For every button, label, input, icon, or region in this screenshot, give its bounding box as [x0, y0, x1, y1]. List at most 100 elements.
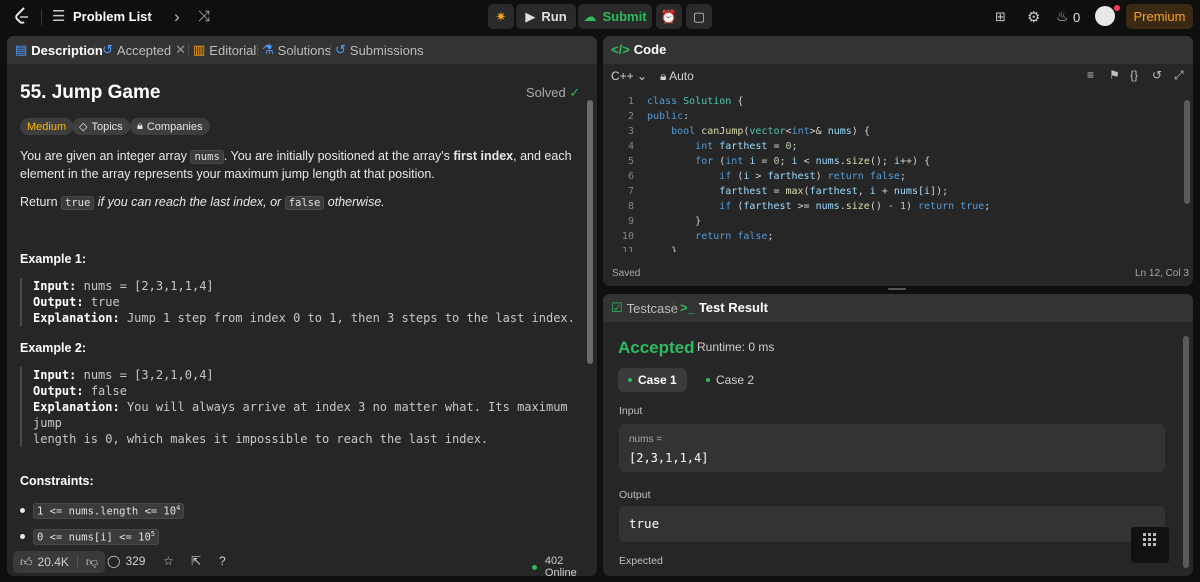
line-number: 8	[627, 201, 634, 212]
book-icon: ▥	[193, 42, 206, 57]
streak-count: 0	[1073, 10, 1081, 25]
problem-return-statement: Return true if you can reach the last in…	[20, 195, 385, 210]
input-value: [2,3,1,1,4]	[629, 451, 709, 465]
tab-code[interactable]: </> Code	[611, 42, 666, 57]
scrollbar[interactable]	[1184, 100, 1190, 204]
companies-button[interactable]: 🔒︎ Companies	[130, 118, 210, 135]
resize-handle[interactable]	[888, 288, 906, 290]
expand-icon[interactable]: ⤢	[1174, 68, 1184, 83]
braces-icon[interactable]: {}	[1130, 68, 1138, 82]
format-icon[interactable]: ≡	[1087, 68, 1094, 82]
share-icon[interactable]: ⇱	[191, 554, 201, 568]
scrollbar[interactable]	[587, 100, 593, 364]
list-icon[interactable]: ☰	[52, 9, 65, 24]
code-panel-header: </> Code	[603, 36, 1193, 64]
bug-icon: ✷	[495, 8, 507, 24]
tab-accepted[interactable]: ↺ Accepted ✕	[102, 42, 186, 58]
submit-label: Submit	[602, 9, 647, 24]
case-1-tab[interactable]: Case 1	[618, 368, 687, 392]
example-2-title: Example 2:	[20, 341, 87, 355]
verdict-label: Accepted	[618, 338, 695, 357]
topics-button[interactable]: ◇ Topics	[72, 118, 130, 135]
terminal-icon: >_	[680, 300, 695, 315]
description-footer: 👍︎ 20.4K 👎︎ ◯ 329 ☆ ⇱ ? 402 Online	[7, 548, 597, 576]
code-panel: </> Code C++ ⌄ 🔒︎ Auto ≡ ⚑ {} ↺ ⤢ 1 class…	[603, 36, 1193, 286]
like-button[interactable]: 👍︎ 20.4K 👎︎	[13, 551, 106, 573]
description-panel: ▤ Description ↺ Accepted ✕ ▥ Editorial ⚗…	[7, 36, 597, 576]
thumbs-down-icon[interactable]: 👎︎	[86, 555, 98, 570]
line-number: 4	[627, 141, 634, 152]
help-icon[interactable]: ?	[219, 554, 226, 568]
case-2-tab[interactable]: Case 2	[696, 368, 764, 392]
chevron-down-icon: ⌄	[637, 69, 648, 83]
check-circle-icon: ✓	[569, 85, 581, 100]
notes-button[interactable]: ▢	[686, 4, 712, 29]
result-tabs: ☑ Testcase >_ Test Result	[603, 294, 1193, 322]
online-count: 402 Online	[532, 555, 597, 576]
output-label: Output	[619, 489, 651, 501]
close-icon[interactable]: ✕	[175, 42, 186, 58]
example-1-title: Example 1:	[20, 252, 87, 266]
input-name: nums =	[629, 434, 663, 445]
prev-problem-icon[interactable]: ‹	[147, 7, 153, 27]
constraint-item: 0 <= nums[i] <= 105	[20, 529, 160, 545]
constraints-title: Constraints:	[20, 474, 94, 488]
problem-list-link[interactable]: Problem List	[73, 9, 152, 24]
output-box: true	[619, 506, 1165, 542]
scrollbar[interactable]	[1183, 336, 1189, 568]
submit-button[interactable]: ☁ Submit	[578, 4, 652, 29]
tab-testcase[interactable]: ☑ Testcase	[611, 300, 678, 316]
lock-icon: 🔒︎	[137, 120, 143, 132]
debug-button[interactable]: ✷	[488, 4, 514, 29]
line-number: 11	[621, 246, 634, 252]
description-tabs: ▤ Description ↺ Accepted ✕ ▥ Editorial ⚗…	[7, 36, 597, 64]
runtime-label: Runtime: 0 ms	[697, 340, 775, 354]
output-value: true	[629, 516, 660, 531]
shuffle-icon[interactable]: ⤨	[198, 8, 210, 25]
line-number: 6	[627, 171, 634, 182]
line-number: 10	[621, 231, 634, 242]
cursor-position: Ln 12, Col 3	[1135, 268, 1189, 279]
run-label: Run	[541, 9, 567, 24]
flask-icon: ⚗	[262, 42, 274, 57]
tab-test-result[interactable]: >_ Test Result	[680, 300, 768, 315]
next-problem-icon[interactable]: ›	[174, 7, 180, 27]
expected-label: Expected	[619, 555, 663, 567]
notification-dot	[1114, 5, 1120, 11]
thumbs-up-icon: 👍︎	[20, 554, 33, 569]
problem-title: 55. Jump Game	[20, 82, 161, 103]
tab-description[interactable]: ▤ Description	[15, 42, 103, 58]
gear-icon[interactable]: ⚙	[1027, 8, 1040, 26]
solved-status: Solved ✓	[526, 85, 581, 100]
auto-mode-toggle[interactable]: 🔒︎ Auto	[660, 69, 694, 84]
bookmark-icon[interactable]: ⚑	[1109, 68, 1120, 82]
tab-editorial[interactable]: ▥ Editorial	[193, 42, 256, 58]
lock-icon: 🔒︎	[660, 69, 667, 83]
example-1-block: Input: nums = [2,3,1,1,4] Output: true E…	[20, 278, 580, 326]
difficulty-badge[interactable]: Medium	[20, 118, 74, 135]
fire-icon[interactable]: ♨	[1056, 8, 1069, 25]
tab-submissions[interactable]: ↺ Submissions	[335, 42, 424, 58]
result-panel: ☑ Testcase >_ Test Result Accepted Runti…	[603, 294, 1193, 576]
avatar[interactable]	[1095, 6, 1115, 26]
code-editor[interactable]: 1 class Solution { 2 public: 3 bool canJum…	[603, 92, 1193, 252]
tab-solutions[interactable]: ⚗ Solutions	[262, 42, 331, 58]
timer-button[interactable]: ⏰	[656, 4, 682, 29]
line-number: 7	[627, 186, 634, 197]
language-select[interactable]: C++ ⌄	[611, 69, 647, 83]
alarm-icon: ⏰	[660, 8, 678, 24]
blackbox-logo-icon[interactable]	[1131, 527, 1169, 563]
premium-button[interactable]: Premium	[1126, 4, 1193, 29]
note-icon: ▢	[692, 8, 706, 24]
line-number: 9	[627, 216, 634, 227]
comments-button[interactable]: ◯ 329	[107, 554, 145, 568]
leetcode-logo-icon[interactable]	[12, 6, 32, 26]
problem-description: You are given an integer array nums. You…	[20, 149, 572, 181]
input-box: nums = [2,3,1,1,4]	[619, 424, 1165, 472]
layout-icon[interactable]: ⊞	[995, 9, 1006, 25]
constraint-item: 1 <= nums.length <= 104	[20, 503, 185, 519]
favorite-icon[interactable]: ☆	[163, 554, 174, 568]
line-number: 1	[627, 96, 634, 107]
reset-icon[interactable]: ↺	[1152, 68, 1162, 82]
run-button[interactable]: ▶ Run	[516, 4, 576, 29]
